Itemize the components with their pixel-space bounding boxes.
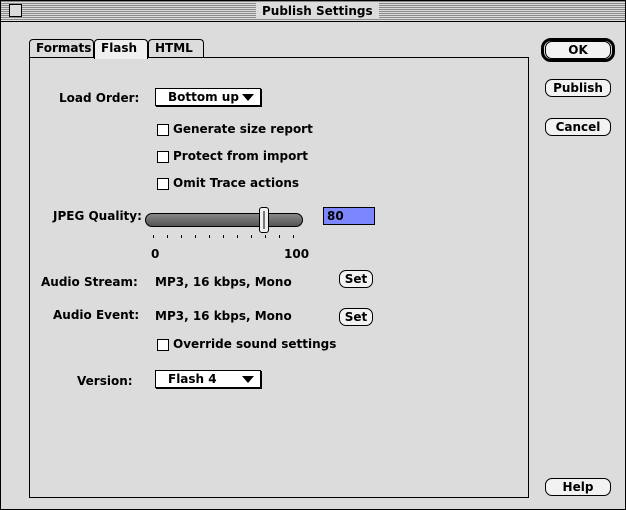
tab-flash-label: Flash	[101, 41, 138, 55]
audio-stream-set-button[interactable]: Set	[339, 270, 373, 288]
chevron-down-icon	[242, 94, 254, 101]
checkbox-box[interactable]	[157, 151, 169, 163]
publish-button[interactable]: Publish	[545, 79, 611, 97]
slider-min-label: 0	[151, 247, 160, 261]
load-order-value: Bottom up	[168, 90, 239, 104]
window-title: Publish Settings	[256, 3, 379, 19]
omit-trace-actions-label: Omit Trace actions	[173, 176, 300, 190]
override-sound-settings-label: Override sound settings	[173, 337, 337, 351]
protect-from-import-label: Protect from import	[173, 149, 309, 163]
tab-formats[interactable]: Formats	[29, 39, 94, 57]
jpeg-quality-input[interactable]: 80	[323, 207, 375, 225]
checkbox-box[interactable]	[157, 178, 169, 190]
jpeg-quality-slider[interactable]	[145, 213, 303, 227]
help-button[interactable]: Help	[545, 478, 611, 496]
load-order-label: Load Order:	[59, 91, 140, 105]
audio-event-label: Audio Event:	[53, 308, 140, 322]
load-order-select[interactable]: Bottom up	[155, 88, 261, 106]
checkbox-box[interactable]	[157, 124, 169, 136]
tab-flash[interactable]: Flash	[94, 39, 148, 59]
audio-event-set-button[interactable]: Set	[339, 308, 373, 326]
chevron-down-icon	[242, 376, 254, 383]
version-select[interactable]: Flash 4	[155, 370, 261, 388]
close-box[interactable]	[9, 4, 22, 17]
cancel-button[interactable]: Cancel	[545, 118, 611, 136]
publish-settings-dialog: Publish Settings Formats Flash HTML Load…	[0, 0, 626, 510]
tab-html[interactable]: HTML	[148, 39, 204, 57]
audio-event-value: MP3, 16 kbps, Mono	[155, 309, 292, 323]
version-label: Version:	[77, 374, 133, 388]
generate-size-report-label: Generate size report	[173, 122, 313, 136]
slider-max-label: 100	[284, 247, 310, 261]
checkbox-box[interactable]	[157, 339, 169, 351]
tab-html-label: HTML	[155, 41, 193, 55]
jpeg-quality-label: JPEG Quality:	[53, 209, 142, 223]
audio-stream-label: Audio Stream:	[41, 275, 138, 289]
title-bar[interactable]: Publish Settings	[1, 1, 625, 22]
version-value: Flash 4	[168, 372, 217, 386]
tab-formats-label: Formats	[36, 41, 92, 55]
audio-stream-value: MP3, 16 kbps, Mono	[155, 275, 292, 289]
jpeg-quality-slider-thumb[interactable]	[259, 207, 269, 233]
ok-button[interactable]: OK	[545, 41, 611, 59]
